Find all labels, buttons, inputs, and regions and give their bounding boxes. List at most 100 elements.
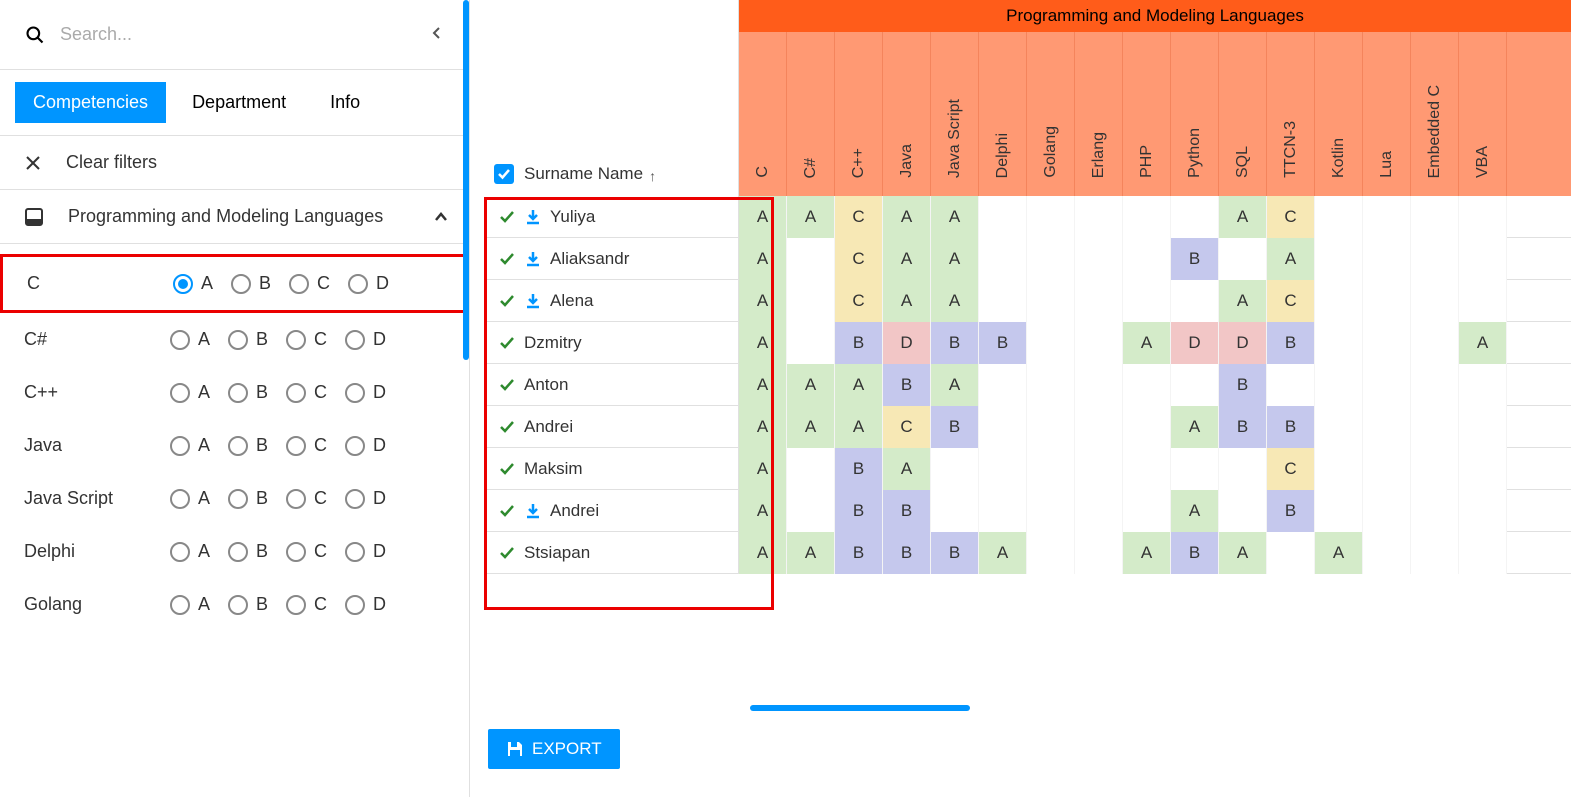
grade-cell[interactable] (1219, 238, 1267, 280)
row-name-cell[interactable]: Yuliya (486, 196, 739, 237)
grade-cell[interactable] (1123, 196, 1171, 238)
grade-cell[interactable] (1171, 280, 1219, 322)
row-name-cell[interactable]: Andrei (486, 406, 739, 447)
grade-cell[interactable] (1267, 364, 1315, 406)
grade-cell[interactable]: B (1267, 322, 1315, 364)
grade-cell[interactable] (787, 322, 835, 364)
grade-cell[interactable] (1027, 364, 1075, 406)
grade-cell[interactable] (1315, 364, 1363, 406)
column-header[interactable]: VBA (1459, 32, 1507, 196)
grade-cell[interactable] (787, 490, 835, 532)
filter-radio-c[interactable]: C (286, 435, 327, 456)
grade-cell[interactable]: B (835, 532, 883, 574)
column-header[interactable]: C# (787, 32, 835, 196)
grade-cell[interactable] (1315, 490, 1363, 532)
filter-radio-b[interactable]: B (228, 329, 268, 350)
filter-radio-d[interactable]: D (345, 541, 386, 562)
grade-cell[interactable] (1363, 406, 1411, 448)
grade-cell[interactable]: A (1267, 238, 1315, 280)
clear-filters-row[interactable]: Clear filters (0, 136, 469, 190)
grade-cell[interactable]: A (739, 448, 787, 490)
grade-cell[interactable]: A (931, 364, 979, 406)
row-name-cell[interactable]: Dzmitry (486, 322, 739, 363)
grade-cell[interactable] (1123, 448, 1171, 490)
grade-cell[interactable] (1363, 238, 1411, 280)
grade-cell[interactable] (1123, 238, 1171, 280)
horizontal-scrollbar[interactable] (750, 705, 970, 711)
grade-cell[interactable] (1027, 238, 1075, 280)
filter-radio-a[interactable]: A (170, 541, 210, 562)
sidebar-scrollbar[interactable] (463, 0, 469, 360)
grade-cell[interactable] (1363, 322, 1411, 364)
tab-info[interactable]: Info (312, 82, 378, 123)
grade-cell[interactable] (931, 448, 979, 490)
grade-cell[interactable]: C (835, 280, 883, 322)
grade-cell[interactable]: A (739, 490, 787, 532)
grade-cell[interactable]: A (883, 448, 931, 490)
grade-cell[interactable]: A (883, 280, 931, 322)
grade-cell[interactable]: A (931, 238, 979, 280)
grade-cell[interactable]: A (835, 406, 883, 448)
grade-cell[interactable] (1363, 532, 1411, 574)
grade-cell[interactable] (979, 364, 1027, 406)
filter-radio-a[interactable]: A (170, 594, 210, 615)
grade-cell[interactable] (1411, 490, 1459, 532)
grade-cell[interactable]: A (1123, 322, 1171, 364)
grade-cell[interactable] (1075, 280, 1123, 322)
grade-cell[interactable] (1267, 532, 1315, 574)
grade-cell[interactable]: B (931, 532, 979, 574)
column-header[interactable]: TTCN-3 (1267, 32, 1315, 196)
grade-cell[interactable]: A (739, 280, 787, 322)
grade-cell[interactable] (1411, 196, 1459, 238)
grade-cell[interactable]: A (1219, 280, 1267, 322)
grade-cell[interactable]: C (1267, 196, 1315, 238)
download-icon[interactable] (524, 250, 542, 268)
grade-cell[interactable] (1027, 532, 1075, 574)
grade-cell[interactable] (1315, 448, 1363, 490)
grade-cell[interactable] (787, 280, 835, 322)
grade-cell[interactable]: A (1123, 532, 1171, 574)
grade-cell[interactable] (1363, 196, 1411, 238)
grade-cell[interactable] (1123, 364, 1171, 406)
column-header[interactable]: Erlang (1075, 32, 1123, 196)
column-header[interactable]: Golang (1027, 32, 1075, 196)
name-column-header[interactable]: Surname Name ↑ (486, 0, 739, 196)
grade-cell[interactable] (1363, 280, 1411, 322)
grade-cell[interactable] (979, 406, 1027, 448)
grade-cell[interactable] (1459, 532, 1507, 574)
grade-cell[interactable]: B (1219, 406, 1267, 448)
filter-radio-b[interactable]: B (228, 435, 268, 456)
grade-cell[interactable]: A (787, 406, 835, 448)
grade-cell[interactable] (1027, 406, 1075, 448)
grade-cell[interactable]: A (739, 322, 787, 364)
grade-cell[interactable] (1411, 364, 1459, 406)
grade-cell[interactable] (1219, 490, 1267, 532)
grade-cell[interactable] (1219, 448, 1267, 490)
grade-cell[interactable] (979, 280, 1027, 322)
grade-cell[interactable] (1075, 448, 1123, 490)
grade-cell[interactable] (1411, 406, 1459, 448)
search-input[interactable] (60, 24, 423, 45)
grade-cell[interactable]: B (883, 532, 931, 574)
grade-cell[interactable]: B (1267, 406, 1315, 448)
grade-cell[interactable] (1315, 238, 1363, 280)
column-header[interactable]: Java (883, 32, 931, 196)
grade-cell[interactable] (1027, 196, 1075, 238)
grade-cell[interactable]: A (1171, 406, 1219, 448)
filter-radio-c[interactable]: C (289, 273, 330, 294)
grade-cell[interactable]: A (931, 196, 979, 238)
grade-cell[interactable] (1411, 280, 1459, 322)
row-name-cell[interactable]: Anton (486, 364, 739, 405)
column-header[interactable]: Kotlin (1315, 32, 1363, 196)
grade-cell[interactable] (1411, 322, 1459, 364)
grade-cell[interactable]: B (835, 448, 883, 490)
column-header[interactable]: Python (1171, 32, 1219, 196)
grade-cell[interactable] (1075, 364, 1123, 406)
filter-radio-c[interactable]: C (286, 541, 327, 562)
column-header[interactable]: Delphi (979, 32, 1027, 196)
grade-cell[interactable] (1363, 364, 1411, 406)
filter-radio-c[interactable]: C (286, 382, 327, 403)
grade-cell[interactable]: B (883, 364, 931, 406)
grade-cell[interactable]: A (787, 532, 835, 574)
grade-cell[interactable] (1315, 322, 1363, 364)
